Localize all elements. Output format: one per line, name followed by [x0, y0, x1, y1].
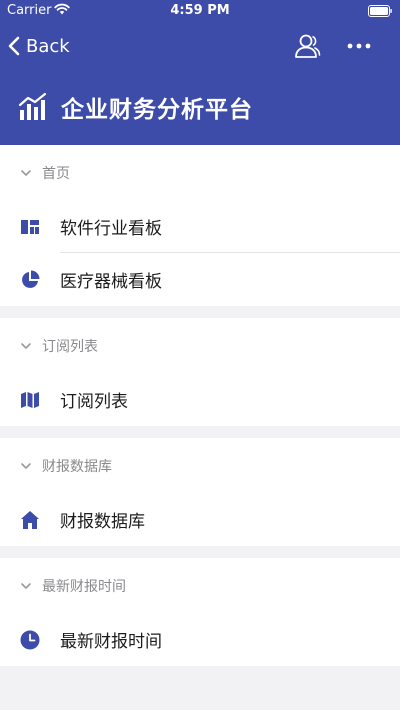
dashboard-icon — [21, 219, 39, 234]
status-time: 4:59 PM — [170, 3, 230, 18]
menu-item-medical-dashboard[interactable]: 医疗器械看板 — [0, 253, 400, 306]
section-title: 首页 — [42, 165, 70, 182]
analytics-icon — [18, 92, 47, 120]
chevron-down-icon — [21, 342, 31, 349]
home-icon — [21, 510, 39, 529]
menu-item-subscriptions[interactable]: 订阅列表 — [0, 373, 400, 426]
menu-item-label: 最新财报时间 — [60, 632, 162, 652]
menu-item-label: 订阅列表 — [60, 392, 128, 412]
chevron-down-icon — [21, 169, 31, 176]
map-icon — [21, 391, 39, 408]
section-title: 订阅列表 — [42, 338, 98, 355]
menu-item-label: 软件行业看板 — [60, 219, 162, 239]
status-bar: Carrier 4:59 PM — [0, 0, 400, 22]
menu-item-label: 财报数据库 — [60, 512, 145, 532]
user-icon[interactable] — [293, 32, 321, 60]
more-icon[interactable] — [346, 38, 372, 54]
section-divider — [0, 426, 400, 438]
clock-icon — [20, 630, 40, 649]
page-title: 企业财务分析平台 — [61, 97, 253, 123]
section-header-financial-database[interactable]: 财报数据库 — [0, 438, 400, 493]
section-latest-reports: 最新财报时间 最新财报时间 — [0, 558, 400, 666]
navigation-bar: Back — [0, 28, 400, 64]
chevron-down-icon — [21, 582, 31, 589]
section-header-home[interactable]: 首页 — [0, 145, 400, 200]
menu-item-software-dashboard[interactable]: 软件行业看板 — [0, 200, 400, 253]
section-financial-database: 财报数据库 财报数据库 — [0, 438, 400, 546]
back-label: Back — [26, 35, 70, 57]
section-divider — [0, 306, 400, 318]
pie-chart-icon — [22, 270, 40, 288]
menu-item-label: 医疗器械看板 — [60, 272, 162, 292]
back-button[interactable]: Back — [8, 32, 70, 60]
menu-item-financial-database[interactable]: 财报数据库 — [0, 493, 400, 546]
section-header-latest-reports[interactable]: 最新财报时间 — [0, 558, 400, 613]
section-divider — [0, 546, 400, 558]
app-header: Carrier 4:59 PM Back 企业财务分析平台 — [0, 0, 400, 145]
section-home: 首页 软件行业看板 医疗器械看板 — [0, 145, 400, 306]
chevron-down-icon — [21, 462, 31, 469]
chevron-left-icon — [8, 36, 20, 56]
menu-item-latest-reports[interactable]: 最新财报时间 — [0, 613, 400, 666]
section-title: 财报数据库 — [42, 458, 112, 475]
section-header-subscriptions[interactable]: 订阅列表 — [0, 318, 400, 373]
battery-icon — [368, 5, 392, 17]
menu-list: 首页 软件行业看板 医疗器械看板 订阅列表 订阅列表 财报数据库 财报数据库 最… — [0, 145, 400, 666]
section-title: 最新财报时间 — [42, 578, 126, 595]
title-row: 企业财务分析平台 — [18, 92, 253, 123]
section-subscriptions: 订阅列表 订阅列表 — [0, 318, 400, 426]
